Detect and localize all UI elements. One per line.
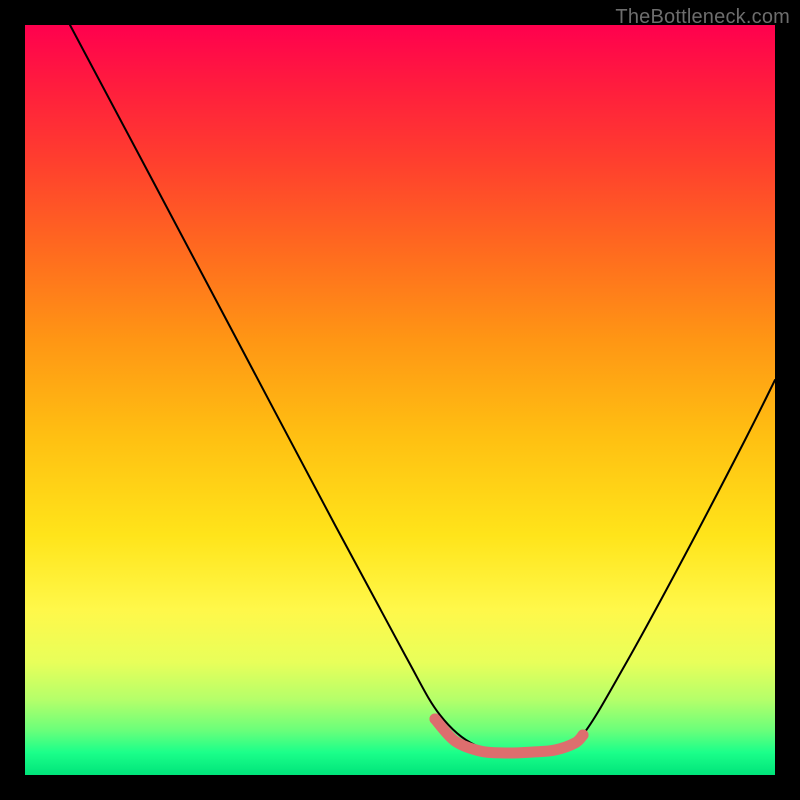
valley-end-dot-left xyxy=(430,714,441,725)
valley-end-dot-right xyxy=(578,730,589,741)
chart-stage: TheBottleneck.com xyxy=(0,0,800,800)
watermark-text: TheBottleneck.com xyxy=(615,6,790,29)
bottleneck-curve xyxy=(70,25,775,750)
plot-area xyxy=(25,25,775,775)
valley-highlight xyxy=(435,719,583,753)
curve-layer xyxy=(25,25,775,775)
